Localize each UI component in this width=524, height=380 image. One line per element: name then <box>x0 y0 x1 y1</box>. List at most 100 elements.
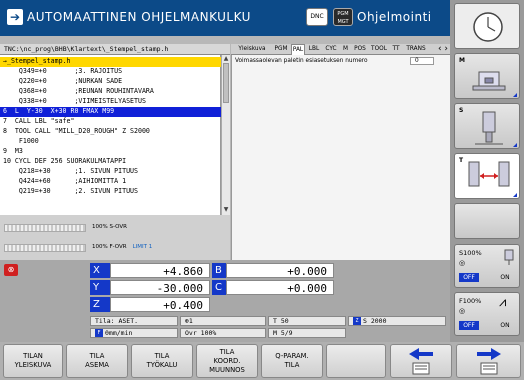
tool-status: T 50 <box>268 316 346 326</box>
clock-button[interactable] <box>454 3 520 49</box>
program-line[interactable]: 7 CALL LBL "safe" <box>0 117 221 127</box>
spindle-on-toggle[interactable]: ON <box>495 273 515 282</box>
scroll-up-icon[interactable]: ▲ <box>222 55 230 63</box>
t-tool-button[interactable]: T <box>454 153 520 199</box>
axis-z-label: Z <box>90 297 110 312</box>
program-line[interactable]: Q349=+0 ;3. RAJOITUS <box>0 67 221 77</box>
tab-nav-arrows-icon[interactable]: ‹ › <box>438 44 448 54</box>
softkey-position[interactable]: TILA ASEMA <box>66 344 128 378</box>
softkey-next-page[interactable] <box>456 344 521 378</box>
spindle-icon <box>475 111 503 145</box>
right-panel: M S T S100% ◎ OFF ON F100% ⩘ ◎ OFF ON <box>450 0 524 342</box>
axis-x-label: X <box>90 263 110 278</box>
axis-y-value: -30.000 <box>110 280 210 295</box>
feed-override-text: 100% F-OVR LIMIT 1 <box>92 244 152 250</box>
feed-status: F 0mm/min <box>90 328 178 338</box>
feed-off-toggle[interactable]: OFF <box>459 321 479 330</box>
spindle-small-icon <box>504 249 514 265</box>
override-area: 100% S-OVR 100% F-OVR LIMIT 1 <box>0 215 230 260</box>
feed-override-control[interactable]: F100% ⩘ ◎ OFF ON <box>454 292 520 336</box>
program-path: TNC:\nc_prog\BHB\Klartext\_Stempel_stamp… <box>0 44 230 55</box>
program-line[interactable]: Q219=+30 ;2. SIVUN PITUUS <box>0 187 221 197</box>
spindle-override-control[interactable]: S100% ◎ OFF ON <box>454 244 520 288</box>
softkey-overview[interactable]: TILAN YLEISKUVA <box>3 344 63 378</box>
tab-lbl[interactable]: LBL <box>307 44 321 55</box>
softkey-bar: TILAN YLEISKUVA TILA ASEMA TILA TYÖKALU … <box>0 342 524 380</box>
axis-x-value: +4.860 <box>110 263 210 278</box>
tab-tt[interactable]: TT <box>390 44 402 55</box>
scroll-down-icon[interactable]: ▼ <box>222 206 230 214</box>
program-line[interactable]: Q218=+30 ;1. SIVUN PITUUS <box>0 167 221 177</box>
s-spindle-button[interactable]: S <box>454 103 520 149</box>
tab-tool[interactable]: TOOL <box>370 44 388 55</box>
feed-override-bar <box>4 244 86 252</box>
spindle-off-toggle[interactable]: OFF <box>459 273 479 282</box>
axis-z-value: +0.400 <box>110 297 210 312</box>
preset-number-value: 0 <box>410 57 434 65</box>
tool-change-icon <box>468 161 510 187</box>
program-line[interactable]: 9 M3 <box>0 147 221 157</box>
spindle-status: ZS 2000 <box>348 316 446 326</box>
program-line[interactable]: 10 CYCL DEF 256 SUORAKULMATAPPI <box>0 157 221 167</box>
program-line[interactable]: 8 TOOL CALL "MILL_D20_ROUGH" Z S2000 <box>0 127 221 137</box>
spindle-override-pct: S100% <box>459 249 482 257</box>
softkey-coord-transform[interactable]: TILA KOORD. MUUNNOS <box>196 344 258 378</box>
tab-pos[interactable]: POS <box>352 44 368 55</box>
tab-trans[interactable]: TRANS <box>404 44 428 55</box>
program-scrollbar[interactable]: ▲ ▼ <box>221 55 230 215</box>
pallet-info-panel: Voimassaolevan paletin esiasetuksen nume… <box>231 55 450 260</box>
program-line[interactable]: Q338=+0 ;VIIMEISTELYASETUS <box>0 97 221 107</box>
next-page-icon <box>476 348 501 375</box>
m-function-status: M 5/9 <box>268 328 346 338</box>
axis-y-label: Y <box>90 280 110 295</box>
mode-arrow-icon: ➔ <box>7 9 23 25</box>
tab-cyc[interactable]: CYC <box>323 44 339 55</box>
axis-c-label: C <box>212 280 226 295</box>
axis-c-value: +0.000 <box>226 280 334 295</box>
empty-side-button[interactable] <box>454 203 520 239</box>
scroll-thumb[interactable] <box>223 63 229 103</box>
feed-on-toggle[interactable]: ON <box>495 321 515 330</box>
status-tabs: Yleiskuva PGM PAL LBL CYC M POS TOOL TT TRANS ‹ › <box>231 44 450 55</box>
tab-pal[interactable]: PAL <box>291 44 305 55</box>
limit-label: LIMIT 1 <box>132 244 153 250</box>
spindle-override-label: 100% S-OVR <box>92 224 127 230</box>
feed-override-pct: F100% <box>459 297 482 305</box>
position-display: ⊗ X +4.860 B +0.000 Y -30.000 C +0.000 Z… <box>0 260 450 342</box>
softkey-empty[interactable] <box>326 344 386 378</box>
prev-page-icon <box>409 348 433 375</box>
spindle-override-bar <box>4 224 86 232</box>
program-line[interactable]: F1000 <box>0 137 221 147</box>
tila-status: Tila: ASET. <box>90 316 178 326</box>
tab-pgm[interactable]: PGM <box>273 44 289 55</box>
program-line[interactable]: →_Stempel_stamp.h <box>0 57 221 67</box>
feed-wave-icon: ⩘ <box>499 295 507 310</box>
clock-icon <box>473 12 503 42</box>
knob-icon-2: ◎ <box>459 307 466 315</box>
program-line[interactable]: 6 L Y-30 X+30 R0 FMAX M99 <box>0 107 221 117</box>
knob-icon: ◎ <box>459 259 466 267</box>
edit-mode-title: Ohjelmointi <box>357 10 432 24</box>
mode-header: ➔ AUTOMAATTINEN OHJELMANKULKU DNC PGM MGT… <box>0 0 450 36</box>
dnc-button[interactable]: DNC <box>306 8 328 26</box>
z-axis-icon: Z <box>353 317 361 325</box>
softkey-tool[interactable]: TILA TYÖKALU <box>131 344 193 378</box>
program-line[interactable]: Q220=+0 ;NURKAN SADE <box>0 77 221 87</box>
axis-b-value: +0.000 <box>226 263 334 278</box>
softkey-prev-page[interactable] <box>390 344 452 378</box>
override-status: Ovr 100% <box>180 328 266 338</box>
tab-yleiskuva[interactable]: Yleiskuva <box>233 44 271 55</box>
feed-icon: F <box>95 329 103 337</box>
stop-icon: ⊗ <box>4 264 18 276</box>
m-function-button[interactable]: M <box>454 53 520 99</box>
axis-b-label: B <box>212 263 226 278</box>
tool-number-status: ⊕1 <box>180 316 266 326</box>
pgm-mgt-button[interactable]: PGM MGT <box>333 8 353 26</box>
program-editor[interactable]: →_Stempel_stamp.h Q349=+0 ;3. RAJOITUS Q… <box>0 55 221 215</box>
feed-override-label: 100% F-OVR <box>92 244 127 250</box>
mode-title: AUTOMAATTINEN OHJELMANKULKU <box>27 10 251 24</box>
program-line[interactable]: Q368=+0 ;REUNAN ROUHINTAVARA <box>0 87 221 97</box>
softkey-q-param[interactable]: Q-PARAM. TILA <box>261 344 323 378</box>
tab-m[interactable]: M <box>341 44 350 55</box>
program-line[interactable]: Q424=+60 ;AIHIOMITTA 1 <box>0 177 221 187</box>
